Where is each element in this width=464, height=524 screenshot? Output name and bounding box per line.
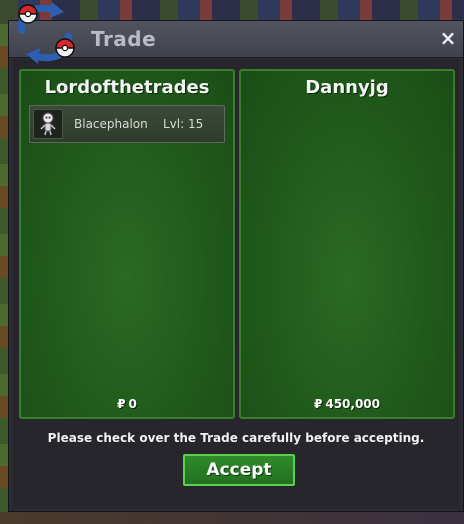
trade-notice: Please check over the Trade carefully be… [47,431,425,445]
trade-item-level: Lvl: 15 [163,117,204,131]
trade-item-slot[interactable]: Blacephalon Lvl: 15 [29,105,225,143]
trade-content: Lordofthetrades Blacephalon Lvl: 15 ₽ 0 … [13,59,459,509]
trade-logo-icon [18,2,75,64]
game-background-bottom [0,512,464,524]
right-trade-panel: Dannyjg ₽450,000 [239,69,455,419]
accept-button[interactable]: Accept [183,454,295,486]
right-money-value: 450,000 [325,397,380,411]
currency-symbol: ₽ [117,397,126,411]
right-money: ₽450,000 [241,397,453,411]
left-money-value: 0 [128,397,137,411]
currency-symbol: ₽ [313,397,323,411]
trade-window: Trade × Lordofthetrades Blacephalon Lvl:… [8,20,464,512]
left-trader-name: Lordofthetrades [44,77,210,98]
right-trader-name: Dannyjg [305,77,389,98]
window-title: Trade [91,27,157,51]
close-icon[interactable]: × [437,27,459,49]
trade-item-name: Blacephalon [74,117,148,131]
left-trade-panel: Lordofthetrades Blacephalon Lvl: 15 ₽ 0 [19,69,235,419]
left-money: ₽0 [21,397,233,411]
blacephalon-sprite-icon [33,109,63,139]
